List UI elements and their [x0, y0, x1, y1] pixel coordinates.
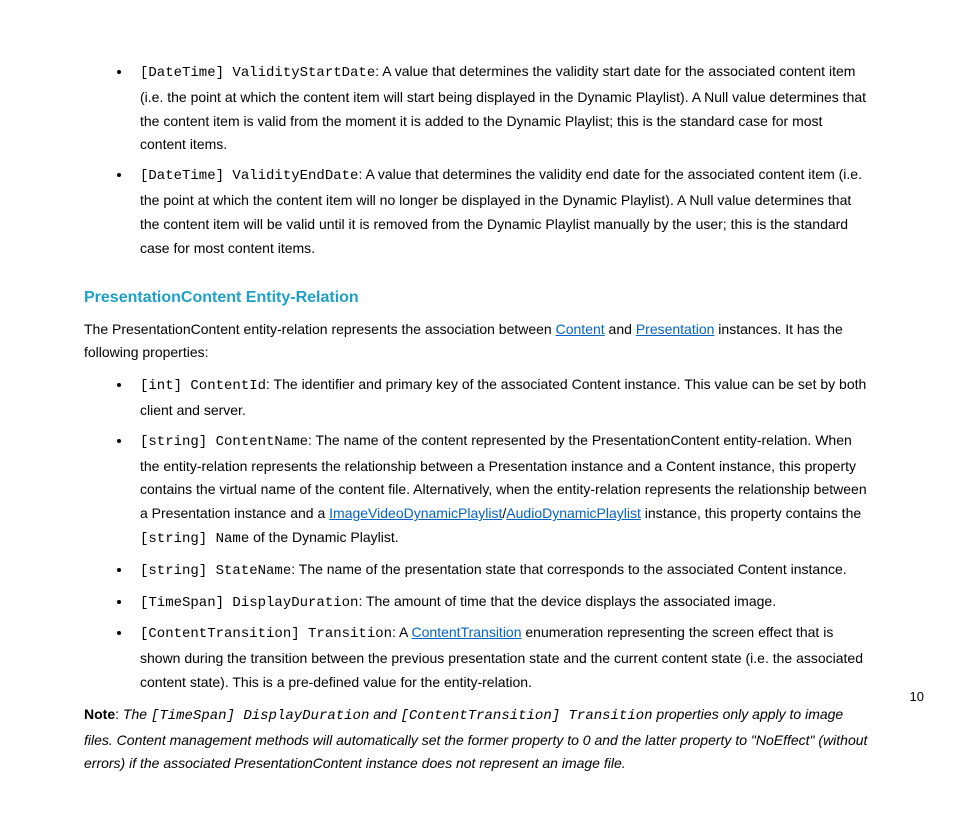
property-code: [DateTime] ValidityEndDate	[140, 168, 358, 184]
text: instance, this property contains the	[641, 505, 861, 521]
list-item: [string] StateName: The name of the pres…	[132, 558, 870, 584]
text: :	[115, 706, 123, 722]
text: The PresentationContent entity-relation …	[84, 321, 556, 337]
property-code: [TimeSpan] DisplayDuration	[140, 595, 358, 611]
intro-paragraph: The PresentationContent entity-relation …	[84, 318, 870, 366]
note-paragraph: Note: The [TimeSpan] DisplayDuration and…	[84, 703, 870, 776]
property-code: [DateTime] ValidityStartDate	[140, 65, 375, 81]
list-item: [DateTime] ValidityStartDate: A value th…	[132, 60, 870, 157]
text: and	[605, 321, 636, 337]
property-list-2: [int] ContentId: The identifier and prim…	[84, 373, 870, 695]
list-item: [int] ContentId: The identifier and prim…	[132, 373, 870, 423]
inline-code: [string] Name	[140, 531, 249, 547]
property-code: [string] ContentName	[140, 434, 308, 450]
property-desc: : The name of the presentation state tha…	[291, 561, 846, 577]
inline-code: [TimeSpan] DisplayDuration	[151, 708, 369, 724]
list-item: [ContentTransition] Transition: A Conten…	[132, 621, 870, 694]
list-item: [DateTime] ValidityEndDate: A value that…	[132, 163, 870, 260]
presentation-link[interactable]: Presentation	[636, 321, 715, 337]
page-number: 10	[910, 686, 924, 708]
note-label: Note	[84, 706, 115, 722]
property-code: [int] ContentId	[140, 378, 266, 394]
text: and	[369, 706, 400, 722]
list-item: [TimeSpan] DisplayDuration: The amount o…	[132, 590, 870, 616]
audio-link[interactable]: AudioDynamicPlaylist	[506, 505, 641, 521]
property-code: [ContentTransition] Transition	[140, 626, 392, 642]
property-desc: : The amount of time that the device dis…	[358, 593, 776, 609]
contenttransition-link[interactable]: ContentTransition	[412, 624, 522, 640]
section-heading: PresentationContent Entity-Relation	[84, 284, 870, 311]
property-code: [string] StateName	[140, 563, 291, 579]
property-list-1: [DateTime] ValidityStartDate: A value th…	[84, 60, 870, 260]
text: : A	[392, 624, 411, 640]
imagevideo-link[interactable]: ImageVideoDynamicPlaylist	[329, 505, 502, 521]
text: of the Dynamic Playlist.	[249, 529, 398, 545]
list-item: [string] ContentName: The name of the co…	[132, 429, 870, 552]
content-link[interactable]: Content	[556, 321, 605, 337]
inline-code: [ContentTransition] Transition	[401, 708, 653, 724]
text: The	[123, 706, 151, 722]
